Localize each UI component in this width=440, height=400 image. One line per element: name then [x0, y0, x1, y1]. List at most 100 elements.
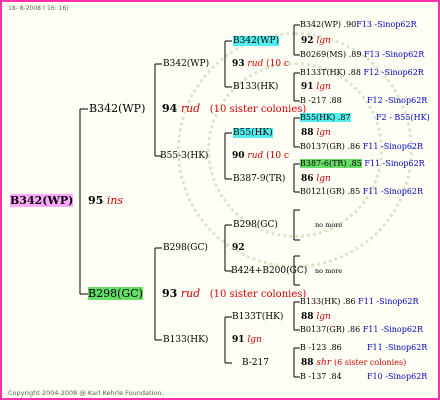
gen4-d2d-ref: F10 -Sinop62R: [367, 372, 428, 381]
gen4-d1d-id: B0137(GR): [300, 325, 345, 334]
gen2-b-sisters: (10 c: [266, 151, 290, 161]
gen4-d1d: B0137(GR) .86 F11 -Sinop62R: [300, 324, 423, 335]
gen4-b2s: B387-6(TR) .85 F11 -Sinop62R: [300, 158, 425, 169]
gen2-a-tag: rud: [247, 59, 264, 69]
gen3-b1-id: B55(HK): [233, 128, 273, 138]
gen4-b1s-val: .87: [337, 113, 351, 122]
gen3-a1-tag: lgn: [316, 36, 331, 46]
gen2-b-tag: rud: [247, 151, 264, 161]
gen4-b1d-ref: F11 -Sinop62R: [362, 142, 424, 151]
gen4-a2d-ref: F12 -Sinop62R: [367, 96, 428, 105]
gen1-dam-info: 93 rud (10 sister colonies): [162, 287, 306, 302]
gen4-d2d: B -137 .84: [300, 371, 342, 382]
gen4-d2s-val: .86: [328, 343, 342, 352]
gen4-d1s: B133(HK) .86 F11 -Sinop62R: [300, 296, 418, 307]
gen2-c-year: 92: [232, 243, 245, 253]
root-info: 95 ins: [88, 194, 123, 208]
gen3-b1: B55(HK): [233, 127, 273, 139]
gen1-dam-year: 93: [162, 287, 178, 300]
gen1-dam: B298(GC): [88, 287, 143, 301]
gen2-a-info: 93 rud (10 c: [232, 58, 289, 70]
gen3-d1: B133T(HK): [232, 312, 284, 322]
gen2-d-tag: lgn: [247, 335, 262, 345]
gen4-a2d: B -217 .88: [300, 95, 342, 106]
gen4-b1s-id: B55(HK): [300, 113, 336, 122]
gen3-b1-tag: lgn: [316, 128, 331, 138]
gen4-b2d-ref: F11 -Sinop62R: [362, 187, 424, 196]
gen4-b2d: B0121(GR) .85 F11 -Sinop62R: [300, 186, 423, 197]
gen4-a1s-val: .90: [343, 20, 357, 29]
gen4-b2s-val: .85: [349, 159, 362, 168]
gen4-a2s-val: .88: [348, 68, 361, 77]
gen3-d2-sisters: (6 sister colonies): [334, 358, 407, 367]
gen4-b1d-id: B0137(GR): [300, 142, 345, 151]
gen1-sire-info: 94 rud (10 sister colonies): [162, 102, 306, 117]
gen1-sire-year: 94: [162, 102, 178, 115]
gen4-b1d-val: .86: [347, 142, 361, 151]
gen4-a2d-id: B -217: [300, 96, 327, 105]
gen4-a2s: B133T(HK) .88 F12 -Sinop62R: [300, 67, 424, 78]
gen2-d: B133(HK): [163, 335, 209, 345]
gen4-a2d-val: .88: [328, 96, 342, 105]
gen4-d2s-id: B -123: [300, 343, 327, 352]
gen4-a1s-id: B342(WP): [300, 20, 341, 29]
gen4-d2d-val: .84: [328, 372, 342, 381]
gen3-c1: B298(GC): [233, 220, 278, 230]
gen1-dam-tag: rud: [180, 287, 201, 300]
gen3-a2-year: 91: [301, 82, 314, 92]
gen1-sire-id: B342(WP): [89, 102, 146, 115]
gen1-sire-tag: rud: [180, 102, 201, 115]
gen4-a1s-ref: F13 -Sinop62R: [356, 20, 417, 29]
gen3-b2-tag: lgn: [316, 174, 331, 184]
gen3-b1-year: 88: [301, 128, 314, 138]
gen3-d2-info: 88 shr (6 sister colonies): [301, 357, 406, 369]
gen3-a2-tag: lgn: [316, 82, 331, 92]
gen1-sire-sisters: (10 sister colonies): [209, 104, 307, 115]
gen1-sire: B342(WP): [89, 102, 145, 116]
gen4-c2-nomore: no more: [315, 267, 343, 275]
gen4-a1d: B0269(MS) .89 F13 -Sinop62R: [300, 49, 424, 60]
root-id: B342(WP): [10, 194, 74, 207]
gen3-a1: B342(WP): [233, 35, 280, 47]
gen3-a1-info: 92 lgn: [301, 35, 331, 47]
gen4-d1s-id: B133(HK): [300, 297, 341, 306]
gen4-c1-nomore: no more: [315, 221, 343, 229]
gen3-d1-tag: lgn: [316, 312, 331, 322]
gen3-a1-id: B342(WP): [233, 36, 280, 46]
root-year: 95: [88, 194, 104, 207]
gen3-a2-info: 91 lgn: [301, 81, 331, 93]
gen4-a2s-ref: F12 -Sinop62R: [363, 68, 424, 77]
root-tag: ins: [106, 194, 124, 207]
gen2-b: B55-3(HK): [160, 151, 209, 161]
gen2-d-year: 91: [232, 335, 245, 345]
gen4-d1s-val: .86: [342, 297, 356, 306]
gen3-c2: B424+B200(GC): [231, 266, 308, 276]
gen2-a: B342(WP): [163, 59, 210, 69]
gen4-d2d-id: B -137: [300, 372, 327, 381]
gen2-c: B298(GC): [163, 243, 208, 253]
gen3-d1-info: 88 lgn: [301, 311, 331, 323]
gen3-d2: B-217: [242, 358, 269, 368]
gen4-d1d-val: .86: [347, 325, 361, 334]
gen3-b2: B387-9(TR): [233, 174, 286, 184]
gen2-a-sisters: (10 c: [266, 59, 290, 69]
gen3-b2-info: 86 lgn: [301, 173, 331, 185]
gen2-d-info: 91 lgn: [232, 334, 262, 346]
gen4-a1s: B342(WP) .90F13 -Sinop62R: [300, 19, 417, 30]
gen3-d1-year: 88: [301, 312, 314, 322]
gen4-b1d: B0137(GR) .86 F11 -Sinop62R: [300, 141, 423, 152]
gen4-b2s-ref: F11 -Sinop62R: [364, 159, 425, 168]
gen4-d1d-ref: F11 -Sinop62R: [362, 325, 424, 334]
gen4-d1s-ref: F11 -Sinop62R: [358, 297, 419, 306]
gen4-b2s-id: B387-6(TR): [300, 159, 347, 168]
gen3-d2-tag: shr: [316, 358, 332, 368]
gen2-c-info: 92: [232, 242, 245, 254]
gen4-b1s: B55(HK) .87: [300, 112, 351, 123]
gen3-b2-year: 86: [301, 174, 314, 184]
gen3-a1-year: 92: [301, 36, 314, 46]
pedigree-frame: 18- 8-2008 ( 16: 16) B342(WP) 95 ins B34…: [0, 0, 440, 400]
gen2-b-info: 90 rud (10 c: [232, 150, 289, 162]
gen4-d2s: B -123 .86: [300, 342, 342, 353]
gen1-dam-id: B298(GC): [88, 287, 143, 300]
gen4-b2d-val: .85: [347, 187, 361, 196]
